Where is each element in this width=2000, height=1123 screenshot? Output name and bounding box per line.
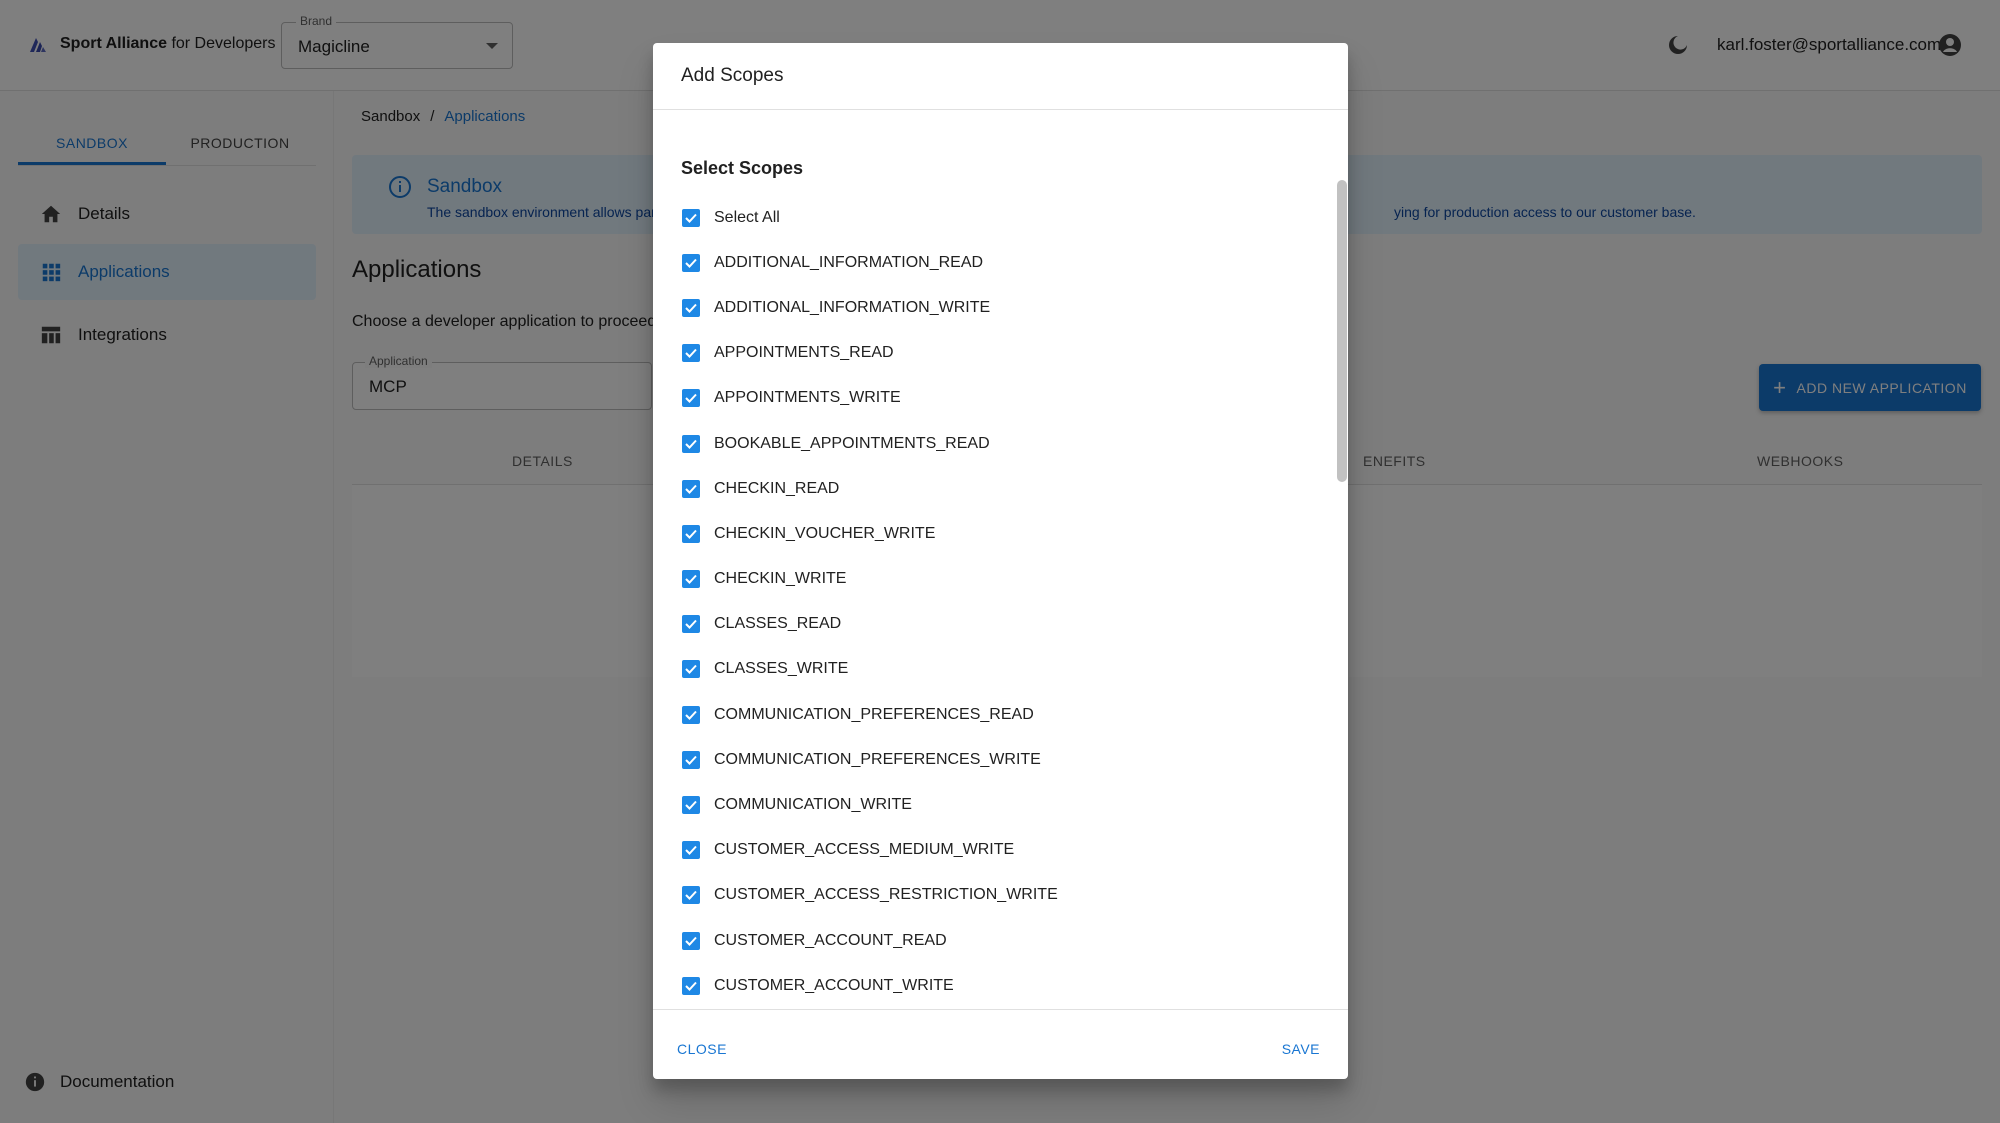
- checkmark-icon: [685, 800, 697, 810]
- scope-checkbox[interactable]: [682, 524, 700, 543]
- scope-label: COMMUNICATION_WRITE: [714, 796, 912, 814]
- dialog-actions: CLOSE SAVE: [653, 1010, 1348, 1079]
- scope-label: ADDITIONAL_INFORMATION_WRITE: [714, 298, 991, 316]
- checkmark-icon: [685, 936, 697, 946]
- scope-label: CHECKIN_WRITE: [714, 570, 847, 588]
- select-scopes-heading: Select Scopes: [681, 158, 804, 178]
- scope-label: CUSTOMER_ACCESS_MEDIUM_WRITE: [714, 841, 1015, 859]
- checkmark-icon: [685, 258, 697, 268]
- scope-list: Select All ADDITIONAL_INFORMATION_READ ADD…: [681, 195, 1301, 1008]
- scope-label: CLASSES_WRITE: [714, 660, 849, 678]
- scope-label: APPOINTMENTS_WRITE: [714, 389, 901, 407]
- dialog-scrollbar[interactable]: [1337, 180, 1347, 482]
- scope-checkbox[interactable]: [682, 796, 700, 815]
- scope-label: ADDITIONAL_INFORMATION_READ: [714, 253, 984, 271]
- checkmark-icon: [685, 755, 697, 765]
- checkmark-icon: [685, 484, 697, 494]
- save-button[interactable]: SAVE: [1282, 1041, 1320, 1057]
- scope-label: CUSTOMER_ACCESS_RESTRICTION_WRITE: [714, 886, 1058, 904]
- checkmark-icon: [685, 981, 697, 991]
- checkmark-icon: [685, 394, 697, 404]
- scope-checkbox[interactable]: [682, 976, 700, 995]
- checkmark-icon: [685, 710, 697, 720]
- scope-checkbox[interactable]: [682, 570, 700, 589]
- scope-checkbox[interactable]: [682, 615, 700, 634]
- scope-row[interactable]: CUSTOMER_ACCESS_RESTRICTION_WRITE: [681, 873, 1301, 918]
- checkmark-icon: [685, 303, 697, 313]
- scope-checkbox[interactable]: [682, 841, 700, 860]
- scope-row[interactable]: COMMUNICATION_PREFERENCES_READ: [681, 692, 1301, 737]
- scope-label: COMMUNICATION_PREFERENCES_READ: [714, 705, 1034, 723]
- scope-row[interactable]: CHECKIN_VOUCHER_WRITE: [681, 511, 1301, 556]
- select-all-row[interactable]: Select All: [681, 195, 1301, 240]
- select-all-checkbox[interactable]: [682, 208, 700, 227]
- add-scopes-dialog: Add Scopes Select Scopes Select All ADDIT…: [653, 43, 1348, 1079]
- scope-checkbox[interactable]: [682, 298, 700, 317]
- scope-checkbox[interactable]: [682, 434, 700, 453]
- checkmark-icon: [685, 665, 697, 675]
- scope-row[interactable]: CLASSES_WRITE: [681, 647, 1301, 692]
- dialog-title: Add Scopes: [681, 65, 784, 86]
- scope-label: CUSTOMER_ACCOUNT_READ: [714, 931, 947, 949]
- scope-checkbox[interactable]: [682, 660, 700, 679]
- scope-row[interactable]: COMMUNICATION_PREFERENCES_WRITE: [681, 737, 1301, 782]
- scope-label: APPOINTMENTS_READ: [714, 344, 894, 362]
- scope-checkbox[interactable]: [682, 705, 700, 724]
- scope-label: CHECKIN_VOUCHER_WRITE: [714, 524, 936, 542]
- scope-row[interactable]: CLASSES_READ: [681, 602, 1301, 647]
- scope-row[interactable]: CHECKIN_READ: [681, 466, 1301, 511]
- scope-label: CHECKIN_READ: [714, 479, 840, 497]
- checkmark-icon: [685, 439, 697, 449]
- scope-checkbox[interactable]: [682, 750, 700, 769]
- scope-row[interactable]: CUSTOMER_ACCESS_MEDIUM_WRITE: [681, 828, 1301, 873]
- dialog-body: Select Scopes Select All ADDITIONAL_INFOR…: [653, 110, 1348, 1010]
- scope-row[interactable]: CHECKIN_WRITE: [681, 557, 1301, 602]
- scope-checkbox[interactable]: [682, 479, 700, 498]
- checkmark-icon: [685, 846, 697, 856]
- checkmark-icon: [685, 891, 697, 901]
- scope-label: Select All: [714, 208, 780, 226]
- checkmark-icon: [685, 620, 697, 630]
- scope-checkbox[interactable]: [682, 389, 700, 408]
- scope-label: CLASSES_READ: [714, 615, 842, 633]
- scope-row[interactable]: APPOINTMENTS_READ: [681, 331, 1301, 376]
- scope-checkbox[interactable]: [682, 931, 700, 950]
- scope-row[interactable]: COMMUNICATION_WRITE: [681, 782, 1301, 827]
- scope-label: CUSTOMER_ACCOUNT_WRITE: [714, 976, 954, 994]
- scope-row[interactable]: ADDITIONAL_INFORMATION_READ: [681, 240, 1301, 285]
- scope-row[interactable]: CUSTOMER_ACCOUNT_READ: [681, 918, 1301, 963]
- scope-row[interactable]: ADDITIONAL_INFORMATION_WRITE: [681, 285, 1301, 330]
- scope-label: COMMUNICATION_PREFERENCES_WRITE: [714, 750, 1041, 768]
- scope-checkbox[interactable]: [682, 344, 700, 363]
- checkmark-icon: [685, 574, 697, 585]
- scope-row[interactable]: APPOINTMENTS_WRITE: [681, 376, 1301, 421]
- checkmark-icon: [685, 529, 697, 539]
- close-button[interactable]: CLOSE: [677, 1041, 727, 1057]
- scope-row[interactable]: BOOKABLE_APPOINTMENTS_READ: [681, 421, 1301, 466]
- scope-checkbox[interactable]: [682, 886, 700, 905]
- checkmark-icon: [685, 348, 697, 359]
- scope-row[interactable]: CUSTOMER_ACCOUNT_WRITE: [681, 963, 1301, 1008]
- checkmark-icon: [685, 213, 697, 223]
- scope-label: BOOKABLE_APPOINTMENTS_READ: [714, 434, 990, 452]
- scope-checkbox[interactable]: [682, 253, 700, 272]
